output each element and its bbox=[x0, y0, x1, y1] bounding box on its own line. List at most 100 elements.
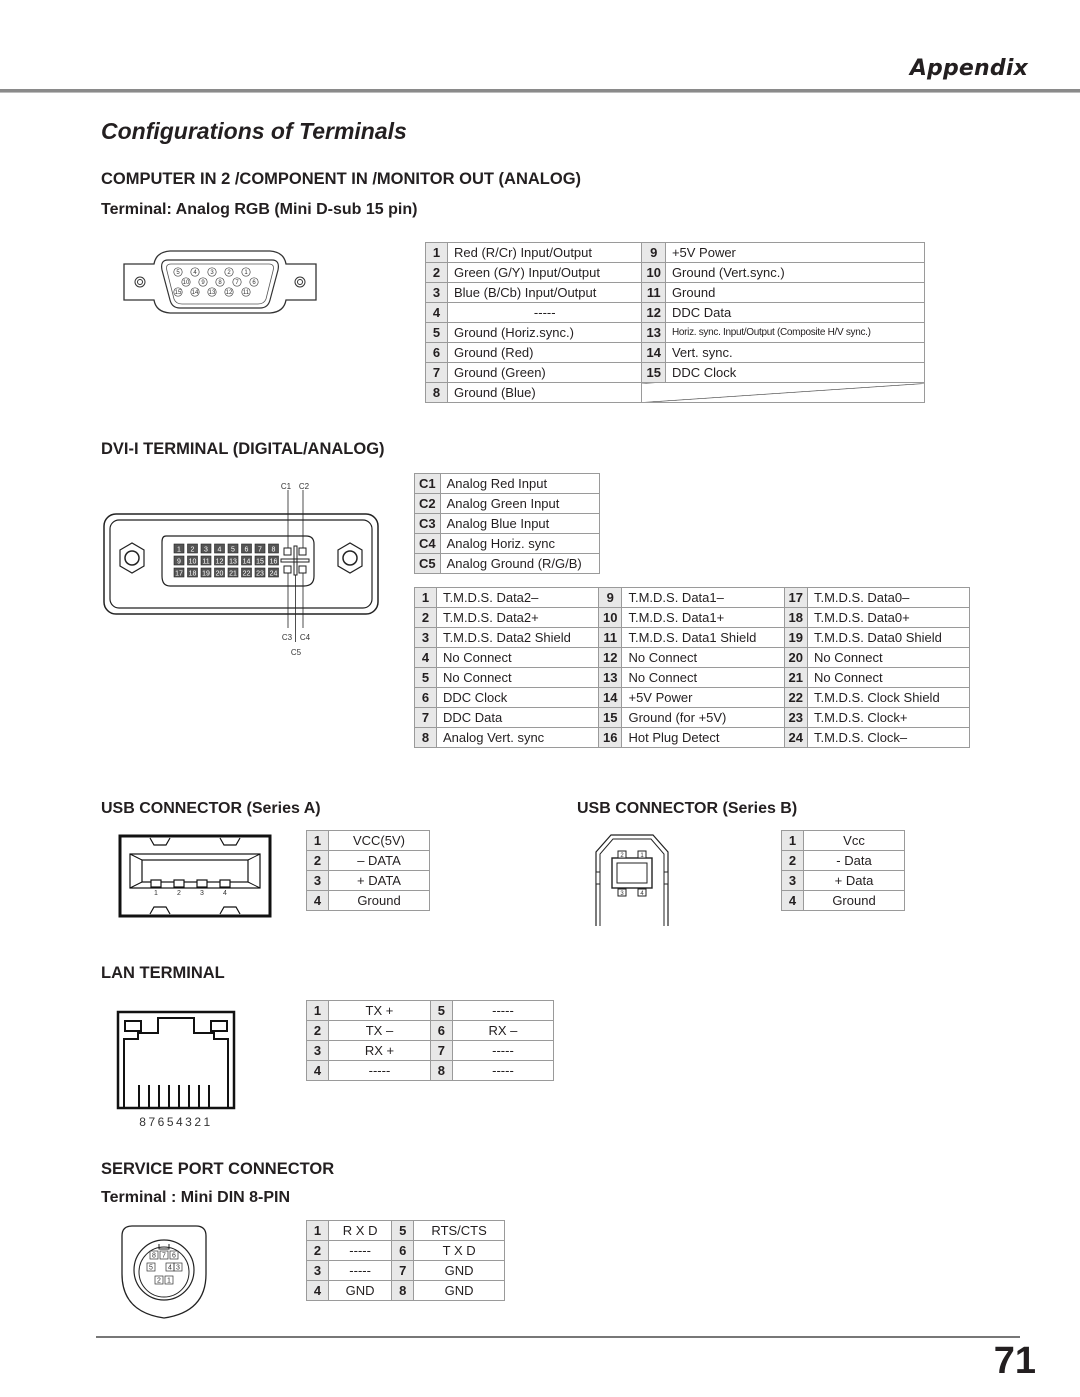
pin-number: 12 bbox=[641, 302, 666, 323]
pin-signal: ----- bbox=[328, 1060, 431, 1081]
pin-signal: Ground (Green) bbox=[446, 362, 643, 383]
page-title: Configurations of Terminals bbox=[101, 118, 407, 144]
usb-a-pin bbox=[173, 879, 185, 888]
table-row: 8 Analog Vert. sync 16 Hot Plug Detect 24 T.M… bbox=[414, 727, 971, 748]
pin-number: 8 bbox=[414, 727, 437, 748]
table-row: 3 T.M.D.S. Data2 Shield 11 T.M.D.S. Data1 S… bbox=[414, 627, 971, 648]
pin-signal: No Connect bbox=[621, 647, 785, 668]
page-number: 71 bbox=[993, 1340, 1036, 1382]
pin-signal: TX – bbox=[328, 1020, 431, 1041]
dvi-pin-label: 9 bbox=[177, 559, 181, 566]
pin-signal: T X D bbox=[413, 1240, 505, 1261]
vga-pin-label: 11 bbox=[243, 290, 250, 296]
pin-signal: T.M.D.S. Data0+ bbox=[806, 607, 971, 628]
pin-signal: Vcc bbox=[803, 830, 905, 851]
table-row: 2 T.M.D.S. Data2+ 10 T.M.D.S. Data1+ 18 T.M.D… bbox=[414, 607, 971, 628]
pin-signal: Hot Plug Detect bbox=[621, 727, 785, 748]
pin-signal: Analog Ground (R/G/B) bbox=[439, 553, 601, 574]
dvi-pin-label: 21 bbox=[229, 571, 237, 578]
table-row: 4 No Connect 12 No Connect 20 No Connect bbox=[414, 647, 971, 668]
dvi-pin-label: 16 bbox=[270, 559, 278, 566]
dvi-c2-label: C2 bbox=[299, 482, 310, 491]
pin-signal: T.M.D.S. Data2 Shield bbox=[435, 627, 600, 648]
pin-number: 6 bbox=[391, 1240, 415, 1261]
pin-number: 14 bbox=[641, 342, 666, 363]
table-row: 2 TX –6 RX – bbox=[306, 1020, 555, 1041]
pin-signal: Ground (Red) bbox=[446, 342, 643, 363]
pin-number: C3 bbox=[414, 513, 441, 534]
table-row: 6 DDC Clock 14 +5V Power 22 T.M.D.S. Clock Sh… bbox=[414, 687, 971, 708]
table-row: 2- Data bbox=[781, 850, 905, 871]
pin-signal: ----- bbox=[446, 302, 643, 323]
pin-number: 6 bbox=[425, 342, 448, 363]
vga-pin-label: 14 bbox=[192, 290, 199, 296]
table-row: 4 GND 8 GND bbox=[306, 1280, 505, 1301]
vga-pin-label: 2 bbox=[227, 270, 231, 276]
din-pin-label: 8 bbox=[152, 1253, 156, 1260]
pin-number: 6 bbox=[414, 687, 437, 708]
vga-pin-label: 15 bbox=[175, 290, 182, 296]
pin-number: 3 bbox=[306, 870, 329, 891]
pin-number: 17 bbox=[783, 587, 808, 608]
table-row: 2– DATA bbox=[306, 850, 430, 871]
usb-a-pin-table: 1 VCC(5V) 2– DATA 3 + DATA 4 Ground bbox=[306, 830, 430, 911]
table-row: 4 ----- 8 ----- bbox=[306, 1060, 555, 1081]
pin-number: 8 bbox=[391, 1280, 415, 1301]
table-row: 2 Green (G/Y) Input/Output 10 Ground (Vert.… bbox=[425, 262, 926, 283]
vga-pin-label: 3 bbox=[210, 270, 214, 276]
din-pin-label: 2 bbox=[157, 1278, 161, 1285]
pin-signal: Ground (Blue) bbox=[446, 382, 643, 403]
pin-number: 2 bbox=[425, 262, 448, 283]
table-row: 7 Ground (Green) 15 DDC Clock bbox=[425, 362, 926, 383]
table-row: 1 Vcc bbox=[781, 830, 905, 851]
pin-number: 5 bbox=[391, 1220, 415, 1241]
service-heading: SERVICE PORT CONNECTOR bbox=[101, 1160, 335, 1178]
table-row: 1 Red (R/Cr) Input/Output 9 +5V Power bbox=[425, 242, 926, 263]
pin-number: 19 bbox=[783, 627, 808, 648]
pin-signal: +5V Power bbox=[664, 242, 926, 263]
pin-number: 15 bbox=[641, 362, 666, 383]
pin-number: 2 bbox=[414, 607, 437, 628]
pin-signal: T.M.D.S. Data0 Shield bbox=[806, 627, 971, 648]
pin-number: C1 bbox=[414, 473, 441, 494]
dvi-pin-label: 5 bbox=[231, 547, 235, 554]
pin-number: 2 bbox=[306, 850, 329, 871]
pin-signal: ----- bbox=[451, 1060, 555, 1081]
din-pin-label: 7 bbox=[162, 1253, 166, 1260]
pin-number: 10 bbox=[641, 262, 666, 283]
dvi-pin-label: 3 bbox=[204, 547, 208, 554]
pin-number: C4 bbox=[414, 533, 441, 554]
pin-signal: DDC Data bbox=[664, 302, 926, 323]
header-divider bbox=[0, 89, 1080, 93]
pin-number: 3 bbox=[781, 870, 804, 891]
pin-signal: GND bbox=[413, 1280, 505, 1301]
vga-pin-label: 12 bbox=[226, 290, 233, 296]
pin-signal: Ground (Horiz.sync.) bbox=[446, 322, 643, 343]
pin-signal: Horiz. sync. Input/Output (Composite H/V… bbox=[664, 322, 926, 343]
pin-number: 4 bbox=[781, 890, 804, 911]
vga-heading: COMPUTER IN 2 /COMPONENT IN /MONITOR OUT… bbox=[101, 170, 582, 188]
table-row: 1 T.M.D.S. Data2– 9 T.M.D.S. Data1– 17 T.M.D.… bbox=[414, 587, 971, 608]
din-pin-label: 3 bbox=[176, 1265, 180, 1272]
dvi-pin-label: 22 bbox=[243, 571, 251, 578]
table-row: 3 + DATA bbox=[306, 870, 430, 891]
usb-a-pin bbox=[150, 879, 162, 888]
pin-signal: T.M.D.S. Clock Shield bbox=[806, 687, 971, 708]
pin-number: 23 bbox=[783, 707, 808, 728]
pin-number: 5 bbox=[414, 667, 437, 688]
usb-b-connector-icon: 2 13 4 bbox=[595, 834, 669, 926]
pin-signal: +5V Power bbox=[621, 687, 785, 708]
lan-heading: LAN TERMINAL bbox=[101, 964, 225, 982]
pin-signal: T.M.D.S. Data0– bbox=[806, 587, 971, 608]
pin-signal: ----- bbox=[327, 1240, 393, 1261]
pin-signal: T.M.D.S. Data1 Shield bbox=[621, 627, 785, 648]
table-row: 1 TX +5 ----- bbox=[306, 1000, 555, 1021]
pin-signal: T.M.D.S. Clock+ bbox=[806, 707, 971, 728]
vga-pin-label: 6 bbox=[252, 280, 256, 286]
dvi-pin-label: 23 bbox=[256, 571, 264, 578]
pin-number: 4 bbox=[306, 890, 329, 911]
pin-number: 12 bbox=[598, 647, 623, 668]
lan-pin-table: 1 TX +5 ----- 2 TX –6 RX –3 RX +7 ----- 4 ----- 8-… bbox=[306, 1000, 555, 1081]
pin-signal: - Data bbox=[803, 850, 905, 871]
pin-number: 7 bbox=[391, 1260, 415, 1281]
